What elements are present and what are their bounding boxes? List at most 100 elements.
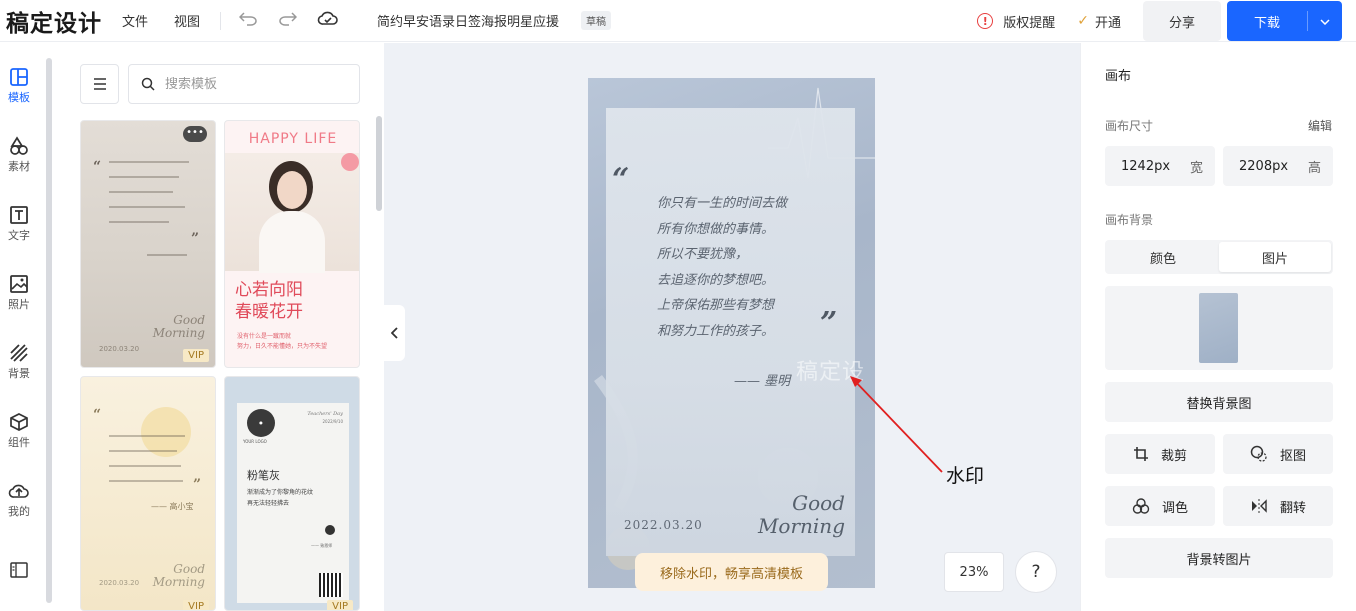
panel-scrollbar[interactable] [376,116,382,211]
zoom-level[interactable]: 23% [944,552,1004,592]
topbar-actions: ! 版权提醒 ✓ 开通 分享 下载 [977,0,1356,42]
download-label: 下载 [1253,15,1280,31]
help-button[interactable]: ? [1015,551,1057,593]
copyright-label: 版权提醒 [1003,15,1056,31]
bg-image-preview[interactable] [1105,286,1333,370]
text-line [109,191,173,193]
flower-icon [341,153,359,171]
template-date: 2020.03.20 [99,579,140,587]
template-title: 粉笔灰 [247,469,280,482]
search-box[interactable] [128,64,360,104]
layout-icon [0,65,38,89]
text-line [109,465,181,467]
menu-view[interactable]: 视图 [174,11,200,30]
poster-canvas[interactable]: “ 你只有一生的时间去做 所有你想做的事情。 所以不要犹豫， 去追逐你的梦想吧。… [588,78,875,588]
sidebar-toggle-icon [0,558,38,582]
text-line [109,450,177,452]
text-line [109,221,169,223]
bg-to-image-button[interactable]: 背景转图片 [1105,538,1333,578]
nav-label: 背景 [8,367,30,380]
template-card[interactable]: “ ” —— 高小宝 Good Morning 2020.03.20 VIP [80,376,216,611]
crop-icon [1133,446,1149,462]
template-greeting: Good Morning [152,562,205,589]
image-icon [0,272,38,296]
warning-icon: ! [977,13,994,29]
nav-item-templates[interactable]: 模板 [0,65,38,105]
poem-line: 所有你想做的事情。 [657,221,775,237]
quote-close-icon: ” [191,231,200,247]
nav-item-text[interactable]: 文字 [0,203,38,243]
cutout-icon [1250,445,1268,463]
redo-icon[interactable] [277,10,299,31]
chevron-left-icon [390,327,398,339]
remove-watermark-button[interactable]: 移除水印，畅享高清模板 [635,553,828,591]
open-label: 开通 [1094,15,1121,31]
height-value: 2208px [1239,158,1289,174]
nav-item-panel-toggle[interactable] [0,558,38,582]
tab-color[interactable]: 颜色 [1107,242,1219,272]
tab-image[interactable]: 图片 [1219,242,1331,272]
copyright-reminder[interactable]: ! 版权提醒 [977,12,1055,31]
poem-text[interactable]: 你只有一生的时间去做 所有你想做的事情。 所以不要犹豫， 去追逐你的梦想吧。 上… [657,191,787,344]
qr-code-icon [319,573,343,597]
nav-item-photos[interactable]: 照片 [0,272,38,312]
nav-scrollbar[interactable] [46,58,52,603]
height-field[interactable]: 2208px 高 [1223,146,1333,186]
cloud-sync-icon[interactable] [317,10,339,31]
collapse-panel-button[interactable] [384,305,405,361]
template-card[interactable]: ● YOUR LOGO Teachers' Day 2022/9/10 粉笔灰 … [224,376,360,611]
text-icon [0,203,38,227]
face-shape [277,171,307,209]
adjust-label: 调色 [1161,500,1188,516]
vip-badge: VIP [327,600,353,610]
edit-size-link[interactable]: 编辑 [1308,117,1332,134]
text-line [109,480,183,482]
top-bar: 稿定设计 文件 视图 简约早安语录日签海报明星应援 草稿 ! 版权提醒 ✓ 开通… [0,0,1356,42]
text-line [109,161,189,163]
width-field[interactable]: 1242px 宽 [1105,146,1215,186]
ink-dot [325,525,335,535]
template-card[interactable]: HAPPY LIFE 心若向阳 春暖花开 没有什么是一蹴而就 努力，日久不能懂她，只… [224,120,360,368]
template-subtext: 没有什么是一蹴而就 努力，日久不能懂她，只为不失望 [237,333,328,350]
menu-list-button[interactable] [80,64,119,104]
cutout-button[interactable]: 抠图 [1223,434,1333,474]
divider [220,11,222,30]
crop-button[interactable]: 裁剪 [1105,434,1215,474]
vip-icon: ✓ [1077,13,1089,29]
search-icon [141,77,155,91]
color-adjust-icon [1132,498,1150,514]
quote-open-icon: “ [93,159,102,175]
adjust-color-button[interactable]: 调色 [1105,486,1215,526]
panel-title: 画布 [1105,69,1132,84]
replace-bg-button[interactable]: 替换背景图 [1105,382,1333,422]
poem-author[interactable]: —— 墨明 [734,370,790,389]
vip-badge: VIP [183,349,209,362]
logo-icon: ● [247,409,275,437]
nav-item-mine[interactable]: 我的 [0,479,38,519]
template-sign: —— 致恩师 [311,543,333,548]
template-date: 2020.03.20 [99,345,140,353]
search-input[interactable] [165,76,345,92]
nav-item-components[interactable]: 组件 [0,410,38,450]
template-card[interactable]: ••• “ ” Good Morning 2020.03.20 VIP [80,120,216,368]
menu-file[interactable]: 文件 [122,11,148,30]
properties-panel: 画布 画布尺寸 编辑 1242px 宽 2208px 高 画布背景 颜色 图片 … [1080,43,1356,611]
more-options-icon[interactable]: ••• [183,126,207,142]
template-author: —— 高小宝 [151,502,194,511]
greeting-text[interactable]: Good Morning [758,492,845,538]
document-title[interactable]: 简约早安语录日签海报明星应援 [377,11,559,30]
undo-icon[interactable] [237,10,259,31]
nav-label: 我的 [8,505,30,518]
flip-button[interactable]: 翻转 [1223,486,1333,526]
chevron-down-icon[interactable] [1308,15,1342,28]
app-logo[interactable]: 稿定设计 [6,4,102,38]
text-line [109,206,185,208]
download-button[interactable]: 下载 [1227,1,1342,41]
nav-item-elements[interactable]: 素材 [0,134,38,174]
poster-date[interactable]: 2022.03.20 [624,518,703,532]
nav-label: 文字 [8,229,30,242]
poem-line: 去追逐你的梦想吧。 [657,272,775,288]
nav-item-background[interactable]: 背景 [0,341,38,381]
open-vip-button[interactable]: ✓ 开通 [1077,12,1121,31]
share-button[interactable]: 分享 [1143,1,1221,41]
